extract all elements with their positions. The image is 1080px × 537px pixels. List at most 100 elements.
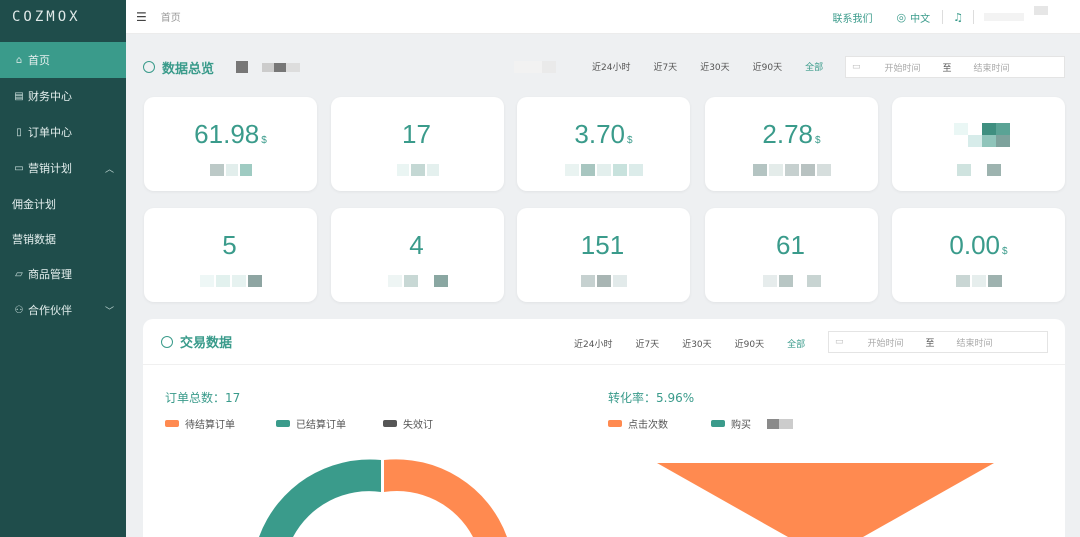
- language-switch[interactable]: ◎ 中文: [897, 10, 931, 25]
- stat-label-redacted: [705, 275, 878, 287]
- stat-card[interactable]: 61.98 $: [144, 97, 317, 191]
- start-date-input[interactable]: 开始时间: [885, 61, 921, 74]
- legend-label: 失效订: [403, 420, 433, 431]
- range-30d-button[interactable]: 近30天: [682, 337, 711, 350]
- sidebar-item-home[interactable]: ⌂ 首页: [0, 42, 126, 78]
- legend-purchases[interactable]: 购买: [711, 416, 793, 431]
- menu-toggle-icon[interactable]: ☰: [136, 10, 147, 24]
- stat-card[interactable]: 151: [517, 208, 690, 302]
- sidebar-item-marketing-data[interactable]: 营销数据: [0, 221, 126, 256]
- calendar-icon: ▭: [835, 337, 844, 347]
- divider: [942, 10, 944, 24]
- stat-card[interactable]: 5: [144, 208, 317, 302]
- stat-label-redacted: [892, 164, 1065, 176]
- sidebar-nav: ⌂ 首页 ▤ 财务中心 ▯ 订单中心 ▭ 营销计划 ︿ 佣金计划 营销数据 ▱ …: [0, 42, 126, 328]
- range-30d-button[interactable]: 近30天: [700, 60, 729, 73]
- currency-unit: $: [1002, 246, 1008, 257]
- legend-label: 已结算订单: [296, 420, 346, 431]
- stat-value: 4: [409, 230, 424, 260]
- order-icon: ▯: [16, 126, 22, 138]
- legend-invalid-orders[interactable]: 失效订: [383, 416, 433, 431]
- breadcrumb[interactable]: 首页: [161, 9, 181, 24]
- sidebar-item-products[interactable]: ▱ 商品管理: [0, 256, 126, 292]
- exchange-icon: [161, 335, 173, 348]
- stat-card[interactable]: 4: [331, 208, 504, 302]
- transactions-title: 交易数据: [161, 332, 232, 351]
- stat-card[interactable]: 0.00 $: [892, 208, 1065, 302]
- sidebar-item-label: 财务中心: [28, 90, 72, 103]
- order-donut-chart: [259, 459, 994, 537]
- range-all-button[interactable]: 全部: [787, 337, 805, 350]
- redacted-block: [779, 418, 793, 429]
- overview-date-range[interactable]: ▭ 开始时间 至 结束时间: [845, 56, 1065, 78]
- contact-us-link[interactable]: 联系我们: [833, 10, 873, 25]
- range-24h-button[interactable]: 近24小时: [592, 60, 630, 73]
- stat-card[interactable]: 17: [331, 97, 504, 191]
- sidebar-item-orders[interactable]: ▯ 订单中心: [0, 114, 126, 150]
- date-range-separator: 至: [942, 63, 952, 74]
- transactions-date-range[interactable]: ▭ 开始时间 至 结束时间: [828, 331, 1048, 353]
- redacted-block: [514, 61, 543, 73]
- bell-icon[interactable]: ♫: [953, 11, 963, 24]
- transactions-title-label: 交易数据: [180, 336, 233, 351]
- start-date-input[interactable]: 开始时间: [868, 336, 904, 349]
- stat-card[interactable]: 61: [705, 208, 878, 302]
- range-all-button[interactable]: 全部: [805, 60, 823, 73]
- sidebar-item-finance[interactable]: ▤ 财务中心: [0, 78, 126, 114]
- user-name-redacted[interactable]: [984, 13, 1024, 21]
- stat-value: 61: [776, 230, 805, 260]
- overview-title: 数据总览: [143, 58, 214, 77]
- chevron-up-icon: ︿: [104, 165, 114, 175]
- stat-value: 17: [402, 119, 431, 149]
- sidebar-item-marketing[interactable]: ▭ 营销计划 ︿: [0, 150, 126, 186]
- legend-clicks[interactable]: 点击次数: [608, 416, 668, 431]
- order-total-label: 订单总数：17: [165, 391, 241, 405]
- stat-value: 5: [222, 230, 237, 260]
- legend-settled-orders[interactable]: 已结算订单: [276, 416, 346, 431]
- end-date-input[interactable]: 结束时间: [974, 61, 1010, 74]
- sidebar-item-label: 营销计划: [28, 162, 72, 175]
- range-90d-button[interactable]: 近90天: [753, 60, 782, 73]
- legend-label: 点击次数: [628, 420, 668, 431]
- currency-unit: $: [627, 135, 633, 146]
- transactions-range-buttons: 近24小时 近7天 近30天 近90天 全部: [574, 337, 828, 350]
- redacted-block: [274, 62, 287, 72]
- range-90d-button[interactable]: 近90天: [735, 337, 764, 350]
- stat-value: 0.00 $: [949, 230, 1008, 260]
- legend-swatch: [276, 420, 290, 427]
- stat-value: 3.70 $: [574, 119, 633, 149]
- stat-label-redacted: [331, 164, 504, 176]
- transactions-panel: 交易数据 近24小时 近7天 近30天 近90天 全部 ▭ 开始时间 至 结束时…: [143, 319, 1065, 537]
- stat-card[interactable]: 3.70 $: [517, 97, 690, 191]
- stat-value: 61.98 $: [194, 119, 267, 149]
- home-icon: ⌂: [15, 54, 23, 66]
- top-right-actions: 联系我们 ◎ 中文 ♫: [833, 0, 1080, 34]
- app-logo[interactable]: COZMOX: [0, 0, 126, 34]
- range-24h-button[interactable]: 近24小时: [574, 337, 612, 350]
- stat-card[interactable]: 2.78 $: [705, 97, 878, 191]
- sidebar-item-partners[interactable]: ⚇ 合作伙伴 ﹀: [0, 292, 126, 328]
- sidebar-item-commission[interactable]: 佣金计划: [0, 186, 126, 221]
- overview-header: 数据总览 近24小时 近7天 近30天 近90天 全部 ▭ 开始时间 至 结束时…: [135, 47, 1067, 87]
- sidebar-item-label: 订单中心: [28, 126, 72, 139]
- end-date-input[interactable]: 结束时间: [957, 336, 993, 349]
- funnel-segment-clicks[interactable]: [657, 463, 994, 537]
- marketing-icon: ▭: [14, 162, 24, 174]
- language-label: 中文: [910, 13, 931, 25]
- stat-label-redacted: [331, 275, 504, 287]
- stat-card[interactable]: [892, 97, 1065, 191]
- avatar[interactable]: [1034, 5, 1048, 15]
- overview-range-buttons: 近24小时 近7天 近30天 近90天 全部: [592, 60, 846, 73]
- folder-icon: ▱: [15, 268, 23, 280]
- sidebar-item-label: 商品管理: [28, 268, 72, 281]
- stat-value: 151: [580, 230, 625, 260]
- currency-unit: $: [261, 135, 267, 146]
- range-7d-button[interactable]: 近7天: [635, 337, 659, 350]
- redacted-block: [542, 61, 557, 73]
- donut-segment-pending[interactable]: [384, 459, 507, 537]
- overview-title-label: 数据总览: [162, 61, 215, 77]
- legend-pending-orders[interactable]: 待结算订单: [165, 416, 235, 431]
- donut-segment-settled[interactable]: [259, 459, 381, 537]
- sidebar-item-label: 合作伙伴: [28, 304, 72, 317]
- range-7d-button[interactable]: 近7天: [653, 60, 677, 73]
